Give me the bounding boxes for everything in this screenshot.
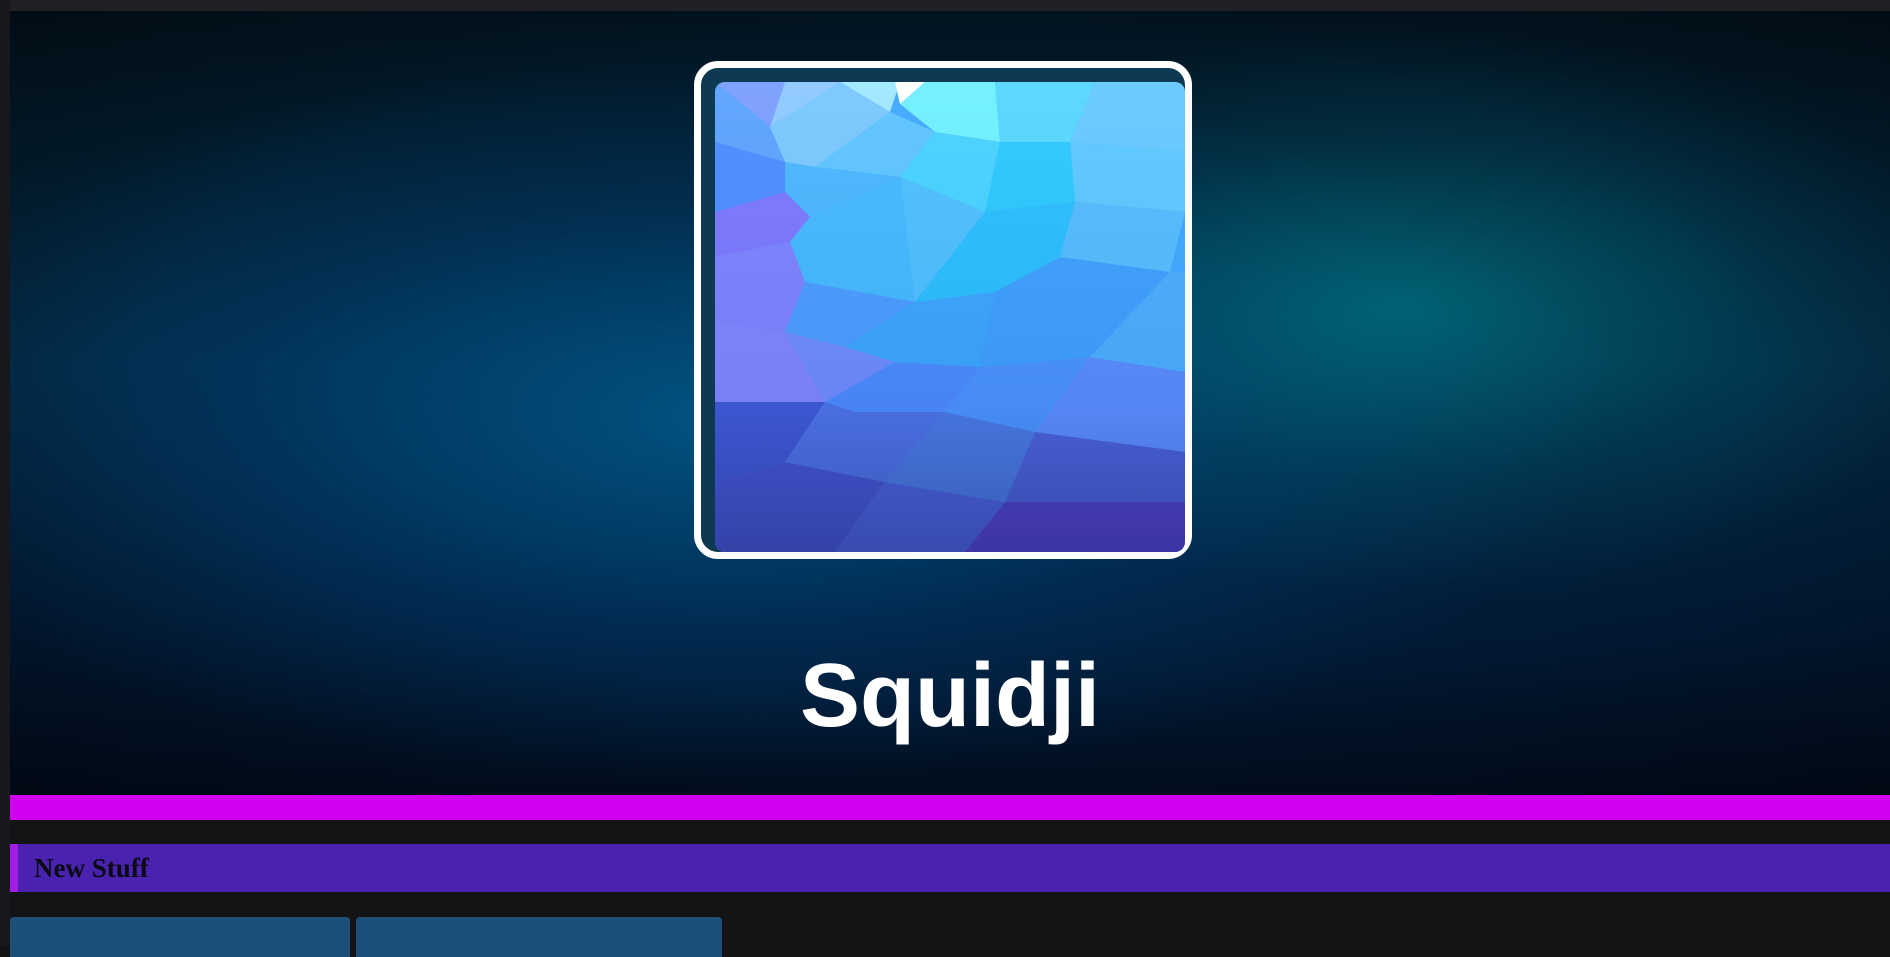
left-edge-strip	[0, 0, 10, 946]
low-poly-avatar-icon	[715, 82, 1185, 552]
profile-avatar-image[interactable]	[715, 82, 1185, 552]
profile-name: Squidji	[800, 646, 1100, 746]
section-title: New Stuff	[34, 853, 149, 883]
profile-avatar-frame	[694, 61, 1192, 559]
top-strip	[0, 0, 1890, 11]
accent-divider-bar	[10, 795, 1890, 820]
content-card[interactable]	[356, 917, 722, 957]
content-card[interactable]	[10, 917, 350, 957]
section-header-new-stuff: New Stuff	[10, 844, 1890, 892]
profile-hero-banner: Squidji	[10, 11, 1890, 795]
